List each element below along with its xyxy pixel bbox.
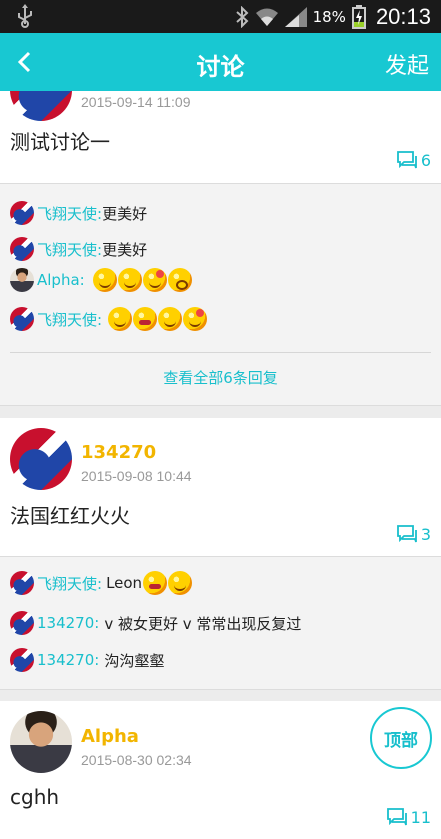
reply-text: 更美好 [102, 240, 148, 259]
comment-count-value: 11 [410, 807, 431, 827]
reply-author[interactable]: 飞翔天使: [37, 573, 102, 594]
reply-author[interactable]: Alpha: [37, 271, 85, 289]
sad-emoji [92, 268, 117, 292]
avatar[interactable] [10, 711, 72, 773]
discussion-post[interactable]: 134270 2015-09-08 10:44 法国红红火火 3 [0, 418, 441, 556]
comment-icon [386, 808, 407, 826]
post-text: 测试讨论一 [10, 130, 110, 154]
laugh-emoji [142, 268, 167, 292]
signal-icon [284, 6, 307, 27]
status-bar: 18% 20:13 [0, 0, 441, 33]
reply-author[interactable]: 飞翔天使: [37, 203, 102, 224]
comment-count[interactable]: 11 [386, 807, 431, 827]
reply-author[interactable]: 飞翔天使: [37, 239, 102, 260]
clock: 20:13 [375, 3, 431, 29]
reply-avatar [10, 237, 34, 261]
reply-avatar [10, 307, 34, 331]
battery-percent: 18% [312, 7, 346, 26]
view-all-replies-link[interactable]: 查看全部6条回复 [10, 352, 431, 402]
post-date: 2015-09-08 10:44 [81, 468, 192, 484]
create-discussion-button[interactable]: 发起 [385, 48, 429, 80]
comment-count-value: 6 [420, 150, 431, 170]
grin-emoji [133, 307, 158, 331]
sad-emoji [117, 268, 142, 292]
comment-icon [396, 151, 417, 169]
reply-avatar [10, 571, 34, 595]
avatar[interactable] [10, 428, 72, 490]
reply-item: 134270: v 被女更好 v 常常出现反复过 [10, 611, 301, 635]
laugh-emoji [183, 307, 208, 331]
post-date: 2015-09-14 11:09 [81, 94, 191, 110]
bluetooth-icon [235, 5, 249, 28]
grin-emoji [143, 571, 168, 595]
reply-author[interactable]: 134270: [37, 614, 99, 632]
reply-item: 飞翔天使: 更美好 [10, 237, 147, 261]
reply-text: 更美好 [102, 204, 148, 223]
reply-avatar [10, 268, 34, 292]
reply-author[interactable]: 飞翔天使: [37, 309, 102, 330]
post-author[interactable]: 134270 [81, 442, 156, 463]
reply-item: 飞翔天使: 更美好 [10, 201, 147, 225]
reply-text: 沟沟壑壑 [104, 651, 165, 670]
shy-emoji [158, 307, 183, 331]
page-title: 讨论 [196, 53, 245, 81]
reply-avatar [10, 201, 34, 225]
reply-avatar [10, 611, 34, 635]
app-header: 讨论 发起 [0, 33, 441, 91]
reply-author[interactable]: 134270: [37, 651, 99, 669]
avatar[interactable] [10, 91, 72, 121]
comment-count[interactable]: 3 [396, 524, 431, 544]
discussion-post[interactable]: 2015-09-14 11:09 测试讨论一 6 [0, 91, 441, 183]
reply-list: 飞翔天使: Leon 134270: v 被女更好 v 常常出现反复过 1342… [0, 556, 441, 690]
back-to-top-button[interactable]: 顶部 [370, 707, 432, 769]
comment-count-value: 3 [420, 524, 431, 544]
surprised-emoji [167, 268, 192, 292]
reply-text: Leon [106, 574, 143, 592]
reply-item: Alpha: [10, 268, 192, 292]
wifi-icon [255, 8, 278, 26]
battery-charging-icon [351, 4, 366, 29]
post-date: 2015-08-30 02:34 [81, 752, 192, 768]
usb-icon [18, 4, 32, 28]
angry-emoji [168, 571, 193, 595]
reply-list: 飞翔天使: 更美好 飞翔天使: 更美好 Alpha: 飞翔天使: 查看全部6条回… [0, 183, 441, 406]
reply-avatar [10, 648, 34, 672]
post-author[interactable]: Alpha [81, 726, 139, 747]
reply-item: 134270: 沟沟壑壑 [10, 648, 164, 672]
reply-item: 飞翔天使: Leon [10, 571, 193, 595]
reply-item: 飞翔天使: [10, 307, 208, 331]
post-text: cghh [10, 785, 60, 809]
post-text: 法国红红火火 [10, 504, 130, 528]
comment-icon [396, 525, 417, 543]
reply-text: v 被女更好 v 常常出现反复过 [104, 614, 302, 633]
sly-emoji [108, 307, 133, 331]
comment-count[interactable]: 6 [396, 150, 431, 170]
